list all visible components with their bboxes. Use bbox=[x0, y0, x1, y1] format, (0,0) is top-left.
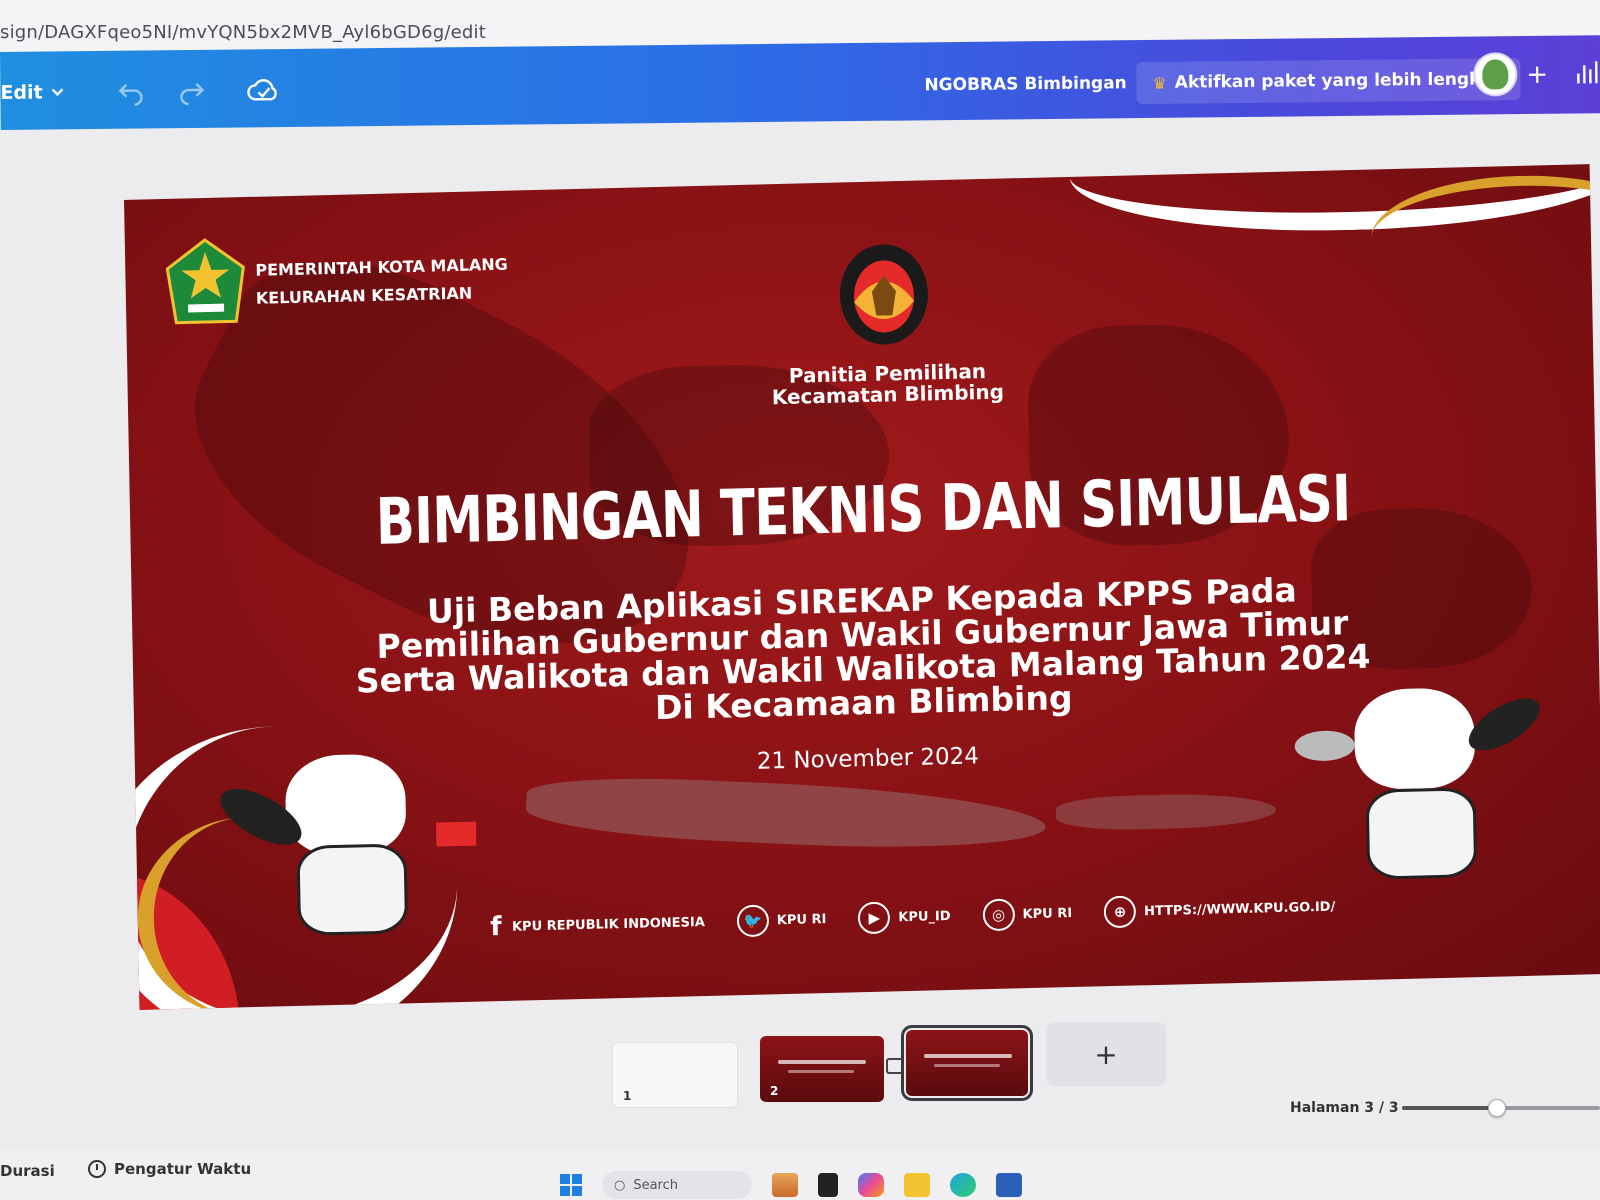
edit-label: Edit bbox=[0, 81, 43, 104]
add-collaborator-icon[interactable]: + bbox=[1526, 60, 1548, 90]
redo-icon[interactable] bbox=[176, 78, 206, 106]
social-instagram: ◎ KPU RI bbox=[982, 897, 1073, 932]
social-label: KPU RI bbox=[1022, 905, 1073, 922]
thumb-preview bbox=[778, 1060, 866, 1064]
avatar-image bbox=[1482, 59, 1509, 90]
task-view-icon[interactable] bbox=[818, 1173, 838, 1197]
social-twitter: 🐦 KPU RI bbox=[736, 903, 827, 938]
mascot-left bbox=[211, 752, 479, 978]
page-number: 2 bbox=[770, 1084, 779, 1098]
timer-label: Pengatur Waktu bbox=[114, 1160, 252, 1178]
mascot-head bbox=[284, 753, 407, 857]
widgets-app-icon[interactable] bbox=[772, 1173, 798, 1197]
upgrade-label: Aktifkan paket yang lebih lengkap bbox=[1174, 69, 1505, 93]
undo-icon[interactable] bbox=[116, 78, 146, 106]
chevron-down-icon bbox=[51, 88, 64, 97]
social-label: KPU REPUBLIK INDONESIA bbox=[511, 914, 705, 935]
mascot-torch bbox=[1294, 730, 1355, 762]
instagram-icon: ◎ bbox=[982, 898, 1015, 932]
page-indicator: Halaman 3 / 3 bbox=[1290, 1100, 1399, 1116]
app-screen: sign/DAGXFqeo5NI/mvYQN5bx2MVB_Ayl6bGD6g/… bbox=[0, 0, 1600, 1200]
org-header: PEMERINTAH KOTA MALANG KELURAHAN KESATRI… bbox=[255, 251, 509, 313]
windows-start-icon[interactable] bbox=[560, 1174, 582, 1196]
mascot-shirt bbox=[1365, 787, 1478, 880]
stats-icon[interactable] bbox=[1575, 59, 1599, 85]
crown-icon: ♛ bbox=[1152, 73, 1167, 93]
zoom-fill bbox=[1402, 1106, 1498, 1110]
map-shape bbox=[1055, 792, 1277, 832]
youtube-icon: ▶ bbox=[858, 901, 891, 935]
mascot-shirt bbox=[296, 843, 409, 936]
timer-button[interactable]: Pengatur Waktu bbox=[88, 1160, 251, 1178]
upgrade-button[interactable]: ♛ Aktifkan paket yang lebih lengkap bbox=[1136, 58, 1521, 105]
duration-label: Durasi bbox=[0, 1162, 55, 1180]
edit-menu-button[interactable]: Edit bbox=[0, 81, 64, 104]
social-links: f KPU REPUBLIK INDONESIA 🐦 KPU RI ▶ KPU_… bbox=[488, 886, 1349, 947]
thumb-preview bbox=[934, 1064, 1000, 1067]
thumb-preview bbox=[788, 1070, 854, 1073]
social-facebook: f KPU REPUBLIK INDONESIA bbox=[488, 906, 705, 943]
map-shape bbox=[524, 772, 1048, 856]
page-thumbnail-selected[interactable] bbox=[901, 1025, 1033, 1101]
twitter-icon: 🐦 bbox=[736, 904, 770, 938]
add-page-button[interactable]: + bbox=[1046, 1022, 1166, 1086]
user-avatar[interactable] bbox=[1473, 52, 1518, 97]
mascot-flag bbox=[436, 821, 477, 847]
page-number: 1 bbox=[623, 1089, 632, 1103]
thumb-preview bbox=[924, 1054, 1012, 1058]
os-taskbar: ○ Search bbox=[560, 1170, 1160, 1200]
design-slide[interactable]: PEMERINTAH KOTA MALANG KELURAHAN KESATRI… bbox=[124, 164, 1600, 1010]
duration-button[interactable]: Durasi bbox=[0, 1162, 55, 1180]
word-app-icon[interactable] bbox=[996, 1173, 1022, 1197]
mascot-right bbox=[1284, 685, 1548, 911]
social-label: KPU_ID bbox=[898, 908, 951, 925]
file-explorer-icon[interactable] bbox=[904, 1173, 930, 1197]
globe-icon: ⊕ bbox=[1103, 895, 1137, 929]
search-icon: ○ bbox=[614, 1177, 626, 1193]
url-text[interactable]: sign/DAGXFqeo5NI/mvYQN5bx2MVB_Ayl6bGD6g/… bbox=[0, 22, 486, 43]
cloud-saved-icon[interactable] bbox=[246, 75, 280, 105]
timer-icon bbox=[88, 1160, 106, 1178]
copilot-icon[interactable] bbox=[858, 1173, 884, 1197]
malang-city-logo bbox=[165, 238, 245, 325]
facebook-icon: f bbox=[490, 911, 502, 943]
editor-toolbar: Edit NGOBRAS Bimbingan ♛ Aktifkan paket … bbox=[0, 35, 1600, 130]
page-thumbnail[interactable]: 2 bbox=[760, 1036, 884, 1102]
mascot-head bbox=[1353, 687, 1476, 791]
slide-subtitle[interactable]: Uji Beban Aplikasi SIREKAP Kepada KPPS P… bbox=[282, 570, 1444, 734]
taskbar-search-label: Search bbox=[633, 1177, 679, 1193]
zoom-slider[interactable] bbox=[1402, 1099, 1600, 1117]
duplicate-page-icon[interactable] bbox=[886, 1058, 904, 1074]
design-title[interactable]: NGOBRAS Bimbingan bbox=[924, 73, 1127, 95]
kpu-logo bbox=[839, 244, 928, 345]
edge-browser-icon[interactable] bbox=[950, 1173, 976, 1197]
page-thumbnail[interactable]: 1 bbox=[612, 1042, 738, 1108]
social-youtube: ▶ KPU_ID bbox=[858, 900, 951, 935]
taskbar-search[interactable]: ○ Search bbox=[602, 1171, 752, 1199]
zoom-slider-thumb[interactable] bbox=[1488, 1099, 1507, 1117]
social-label: KPU RI bbox=[776, 911, 827, 928]
